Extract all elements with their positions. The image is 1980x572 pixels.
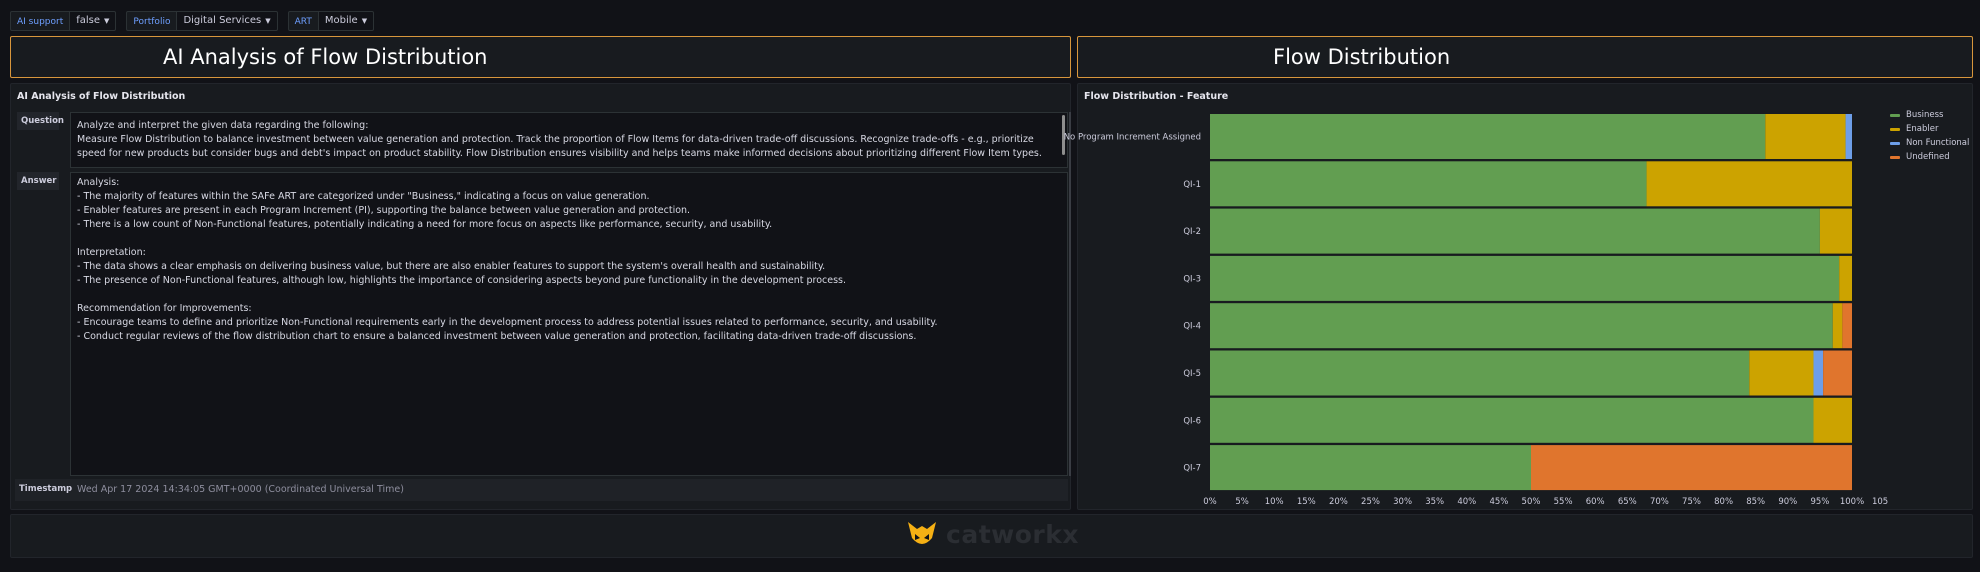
catworkx-logo: catworkx — [906, 518, 1079, 550]
left-title-panel: AI Analysis of Flow Distribution — [10, 36, 1071, 78]
chart-legend: Business Enabler Non Functional Undefined — [1890, 108, 1969, 164]
legend-swatch — [1890, 113, 1900, 117]
portfolio-label: Portfolio — [126, 11, 178, 31]
ai-analysis-panel: AI Analysis of Flow Distribution Questio… — [10, 83, 1071, 510]
legend-label: Enabler — [1906, 124, 1939, 134]
answer-box[interactable]: Analysis: - The majority of features wit… — [70, 172, 1068, 476]
timestamp-row: Timestamp Wed Apr 17 2024 14:34:05 GMT+0… — [15, 479, 1068, 501]
variable-bar: AI support false ▼ Portfolio Digital Serv… — [10, 11, 384, 31]
chart-panel-title: Flow Distribution - Feature — [1084, 91, 1229, 102]
ai-panel-title: AI Analysis of Flow Distribution — [17, 91, 186, 102]
legend-swatch — [1890, 141, 1900, 145]
right-title-panel: Flow Distribution — [1077, 36, 1973, 78]
chevron-down-icon: ▼ — [104, 17, 110, 25]
legend-swatch — [1890, 127, 1900, 131]
chevron-down-icon: ▼ — [265, 17, 271, 25]
answer-text: Analysis: - The majority of features wit… — [77, 177, 938, 342]
panel-scrollbar[interactable] — [1069, 112, 1071, 476]
legend-item[interactable]: Undefined — [1890, 150, 1969, 164]
question-label: Question — [17, 112, 64, 130]
ai-support-select[interactable]: false ▼ — [70, 11, 117, 31]
legend-item[interactable]: Enabler — [1890, 122, 1969, 136]
art-label: ART — [287, 11, 319, 31]
logo-text: catworkx — [946, 519, 1079, 549]
chevron-down-icon: ▼ — [361, 17, 368, 25]
legend-label: Undefined — [1906, 152, 1950, 162]
ai-support-value: false — [76, 15, 101, 26]
cat-logo-icon — [908, 522, 936, 544]
legend-swatch — [1890, 155, 1900, 159]
flow-distribution-panel: Flow Distribution - Feature — [1077, 83, 1973, 510]
timestamp-value: Wed Apr 17 2024 14:34:05 GMT+0000 (Coord… — [77, 484, 404, 495]
art-select[interactable]: Mobile ▼ — [318, 11, 375, 31]
timestamp-label: Timestamp — [19, 484, 73, 494]
legend-item[interactable]: Non Functional — [1890, 136, 1969, 150]
ai-support-label: AI support — [10, 11, 71, 31]
portfolio-value: Digital Services — [183, 15, 262, 26]
legend-label: Non Functional — [1906, 138, 1970, 148]
question-box[interactable]: Analyze and interpret the given data reg… — [70, 112, 1068, 168]
legend-item[interactable]: Business — [1890, 108, 1969, 122]
portfolio-select[interactable]: Digital Services ▼ — [177, 11, 278, 31]
question-text: Analyze and interpret the given data reg… — [77, 120, 1042, 159]
question-scrollbar[interactable] — [1062, 115, 1065, 155]
answer-label: Answer — [17, 172, 59, 190]
left-title: AI Analysis of Flow Distribution — [163, 45, 488, 69]
art-value: Mobile — [324, 15, 358, 26]
legend-label: Business — [1906, 110, 1944, 120]
right-title: Flow Distribution — [1273, 45, 1451, 69]
